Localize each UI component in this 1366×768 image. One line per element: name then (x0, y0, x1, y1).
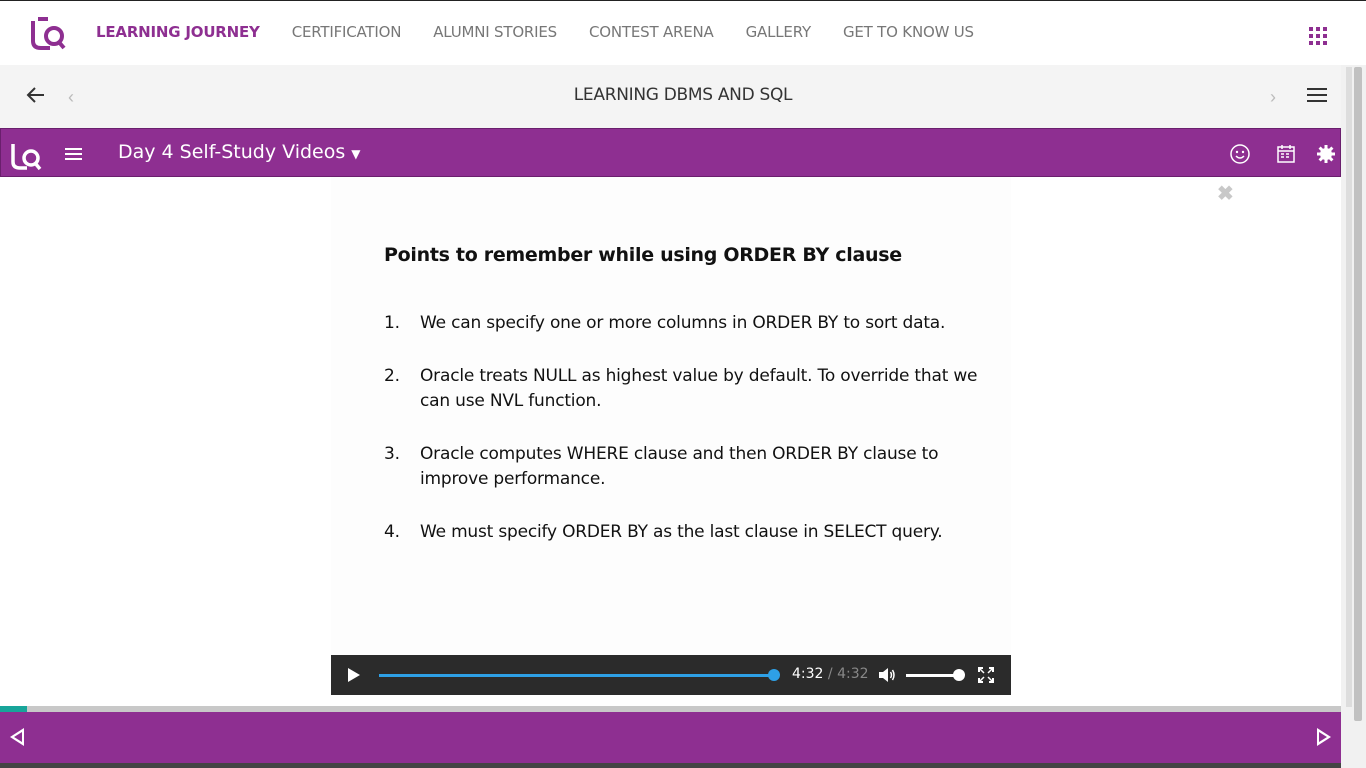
hamburger-menu-icon[interactable] (1307, 88, 1327, 106)
caret-down-icon: ▼ (351, 147, 361, 161)
slide-heading: Points to remember while using ORDER BY … (384, 244, 902, 266)
smiley-icon[interactable] (1229, 143, 1251, 165)
nav-alumni-stories[interactable]: ALUMNI STORIES (433, 23, 557, 41)
volume-handle[interactable] (952, 669, 965, 681)
slide-points-list: 1. We can specify one or more columns in … (384, 311, 984, 573)
infytq-logo-icon (11, 144, 42, 171)
duration: / 4:32 (827, 666, 869, 682)
next-chevron-icon[interactable]: › (1270, 87, 1276, 108)
section-title: Day 4 Self-Study Videos (118, 141, 346, 163)
nav-certification[interactable]: CERTIFICATION (292, 23, 402, 41)
page-scrollbar[interactable] (1341, 65, 1366, 768)
nav-gallery[interactable]: GALLERY (746, 23, 812, 41)
play-icon[interactable] (348, 668, 360, 682)
player-menu-icon[interactable] (65, 148, 82, 163)
infytq-logo-icon[interactable] (30, 15, 66, 51)
nav-learning-journey[interactable]: LEARNING JOURNEY (96, 23, 260, 41)
list-item: 1. We can specify one or more columns in … (384, 313, 946, 333)
course-title: LEARNING DBMS AND SQL (573, 85, 793, 105)
fullscreen-icon[interactable] (978, 667, 994, 683)
time-display: 4:32 / 4:32 (792, 666, 869, 682)
section-dropdown[interactable]: Day 4 Self-Study Videos ▼ (118, 141, 360, 163)
course-title-bar: ‹ LEARNING DBMS AND SQL › (0, 65, 1366, 128)
top-navigation: LEARNING JOURNEY CERTIFICATION ALUMNI ST… (0, 0, 1366, 65)
main-menu: LEARNING JOURNEY CERTIFICATION ALUMNI ST… (96, 23, 1006, 41)
list-item: 4. We must specify ORDER BY as the last c… (384, 522, 943, 542)
nav-contest-arena[interactable]: CONTEST ARENA (589, 23, 714, 41)
settings-icon[interactable] (1315, 143, 1337, 165)
apps-grid-icon[interactable] (1309, 27, 1327, 45)
video-controls: 4:32 / 4:32 (331, 655, 1011, 695)
seek-handle[interactable] (768, 669, 780, 681)
scrollbar-thumb[interactable] (1354, 67, 1362, 721)
seek-bar[interactable] (379, 674, 775, 677)
list-item: 2. Oracle treats NULL as highest value by… (384, 366, 978, 411)
close-icon[interactable]: ✖ (1217, 181, 1234, 206)
player-header: Day 4 Self-Study Videos ▼ (0, 128, 1341, 177)
video-slide: Points to remember while using ORDER BY … (331, 177, 1011, 655)
volume-slider[interactable] (906, 674, 956, 677)
calendar-icon[interactable] (1275, 143, 1297, 165)
volume-icon[interactable] (878, 667, 896, 683)
nav-get-to-know-us[interactable]: GET TO KNOW US (843, 23, 974, 41)
list-item: 3. Oracle computes WHERE clause and then … (384, 444, 939, 489)
current-time: 4:32 (792, 666, 824, 682)
player-footer (0, 712, 1341, 763)
lesson-player: Day 4 Self-Study Videos ▼ ✖ Points to rem… (0, 128, 1341, 763)
